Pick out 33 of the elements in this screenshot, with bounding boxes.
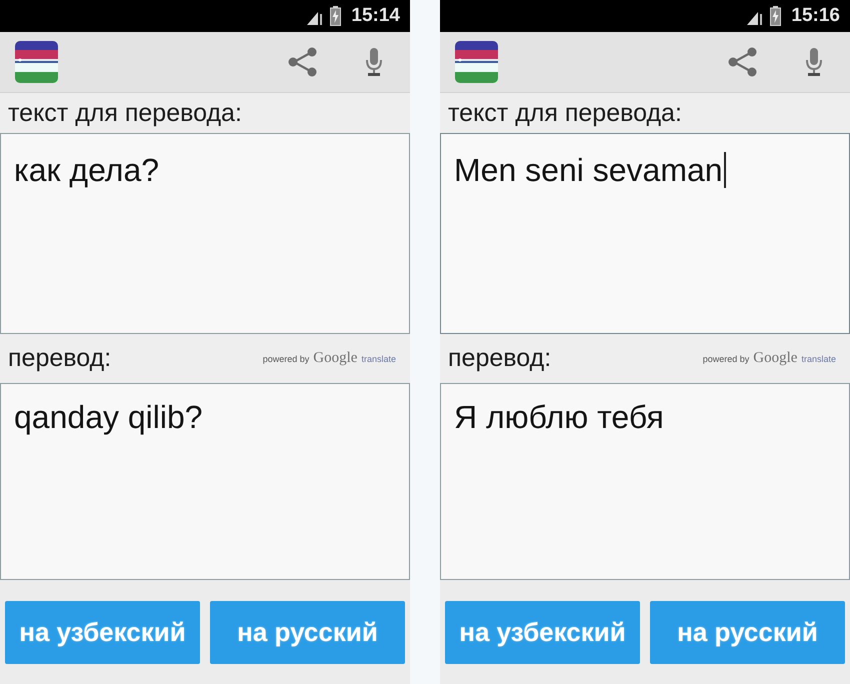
field-label: перевод: [448, 344, 552, 373]
status-time: 15:14 [351, 5, 400, 27]
text-cursor [724, 152, 726, 188]
microphone-button[interactable] [805, 48, 823, 76]
status-time: 15:16 [791, 5, 840, 27]
battery-charging-icon [330, 6, 342, 26]
google-wordmark: Google [753, 350, 798, 367]
microphone-button[interactable] [365, 48, 383, 76]
flag-icon [15, 41, 58, 83]
google-wordmark: Google [313, 350, 358, 367]
battery-charging-icon [770, 6, 782, 26]
share-button[interactable] [728, 47, 758, 77]
share-icon [288, 47, 318, 77]
microphone-icon [805, 48, 823, 76]
translate-text: translate [801, 354, 836, 364]
translation-field: qanday qilib? [0, 383, 410, 580]
microphone-icon [365, 48, 383, 76]
translate-button[interactable]: на узбекский [445, 601, 640, 664]
input-field[interactable]: как дела? [0, 133, 410, 334]
field-label: текст для перевода: [448, 98, 682, 128]
powered-by-text: powered by [702, 354, 750, 364]
share-icon [728, 47, 758, 77]
translate-button[interactable]: на узбекский [5, 601, 200, 664]
translation-field: Я люблю тебя [440, 383, 850, 580]
flag-icon [455, 41, 498, 83]
translate-button[interactable]: на русский [650, 601, 845, 664]
share-button[interactable] [288, 47, 318, 77]
field-label: текст для перевода: [8, 98, 242, 128]
field-label: перевод: [8, 344, 112, 373]
translate-text: translate [361, 354, 396, 364]
translate-button[interactable]: на русский [210, 601, 405, 664]
powered-by-text: powered by [262, 354, 310, 364]
input-field[interactable]: Men seni sevaman [440, 133, 850, 334]
